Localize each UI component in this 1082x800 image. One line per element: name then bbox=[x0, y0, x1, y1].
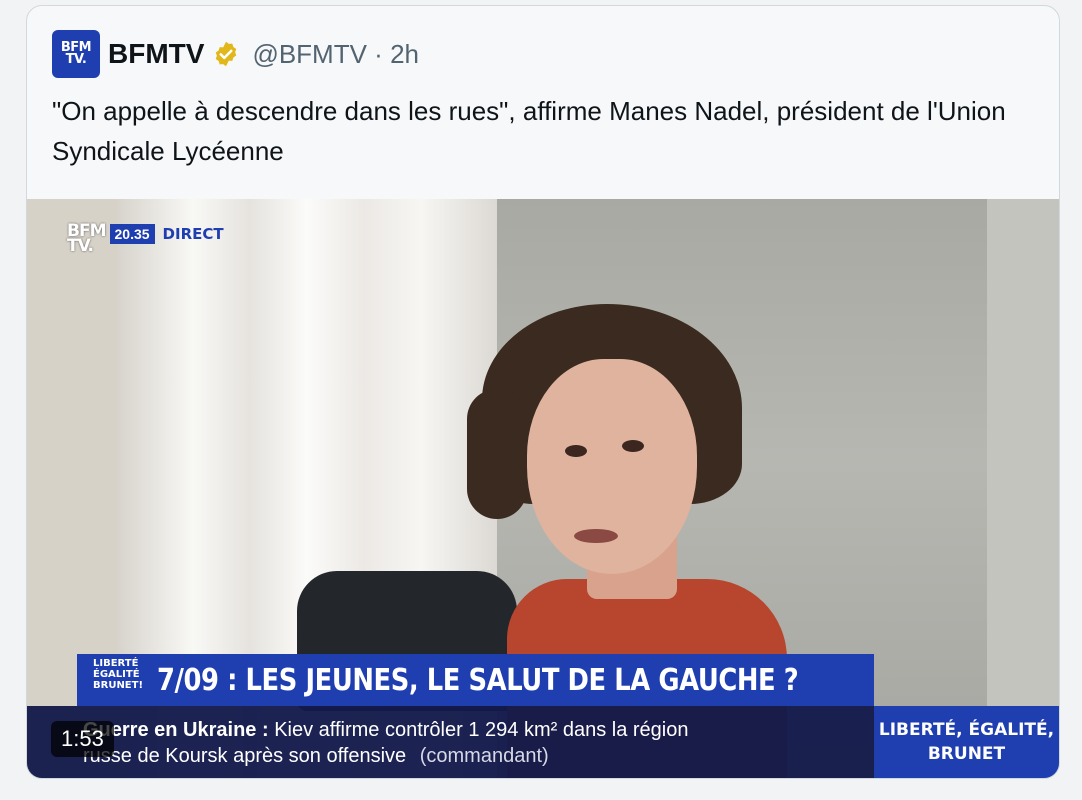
video-person-face bbox=[527, 359, 697, 574]
ticker-source: (commandant) bbox=[419, 745, 549, 767]
program-title-box: LIBERTÉ, ÉGALITÉ, BRUNET bbox=[874, 706, 1059, 778]
program-title-line1: LIBERTÉ, ÉGALITÉ, bbox=[878, 720, 1055, 740]
author-handle[interactable]: @BFMTV · 2h bbox=[252, 39, 419, 70]
video-player[interactable]: BFM TV. 20.35 DIRECT LIBERTÉ ÉGALITÉ BRU… bbox=[27, 199, 1059, 778]
ticker-line2-text: russe de Koursk après son offensive bbox=[83, 745, 407, 767]
video-person-eye-left bbox=[565, 445, 587, 457]
tweet-text: "On appelle à descendre dans les rues", … bbox=[52, 96, 1006, 166]
channel-logo-line2: TV. bbox=[67, 236, 94, 256]
tweet-time[interactable]: 2h bbox=[390, 39, 419, 69]
headline-text: 7/09 : LES JEUNES, LE SALUT DE LA GAUCHE… bbox=[157, 662, 799, 698]
author-name[interactable]: BFMTV bbox=[108, 38, 204, 70]
show-badge: LIBERTÉ ÉGALITÉ BRUNET! bbox=[93, 658, 143, 702]
dot-separator: · bbox=[374, 38, 383, 69]
tweet-card[interactable]: BFM TV. BFMTV @BFMTV · 2h "On appelle à … bbox=[26, 5, 1060, 779]
ticker-line2: russe de Koursk après son offensive (com… bbox=[83, 745, 549, 768]
video-duration: 1:53 bbox=[51, 721, 114, 757]
news-ticker: Guerre en Ukraine : Kiev affirme contrôl… bbox=[27, 706, 874, 778]
tweet-header: BFM TV. BFMTV @BFMTV · 2h bbox=[52, 30, 419, 78]
show-badge-line1: LIBERTÉ bbox=[93, 658, 139, 669]
video-door bbox=[987, 199, 1059, 778]
channel-logo: BFM TV. bbox=[67, 223, 106, 256]
video-person-mouth bbox=[574, 529, 618, 543]
broadcast-time: 20.35 bbox=[109, 224, 155, 244]
show-badge-line3: BRUNET! bbox=[93, 680, 144, 691]
ticker-line1: Guerre en Ukraine : Kiev affirme contrôl… bbox=[83, 719, 688, 742]
show-badge-line2: ÉGALITÉ bbox=[93, 669, 140, 680]
live-label: DIRECT bbox=[162, 225, 224, 243]
headline-banner: LIBERTÉ ÉGALITÉ BRUNET! 7/09 : LES JEUNE… bbox=[77, 654, 874, 706]
ticker-line1-text: Kiev affirme contrôler 1 294 km² dans la… bbox=[274, 719, 689, 741]
video-person-eye-right bbox=[622, 440, 644, 452]
program-title-line2: BRUNET bbox=[927, 744, 1006, 764]
video-person-hair-left bbox=[467, 389, 527, 519]
author-avatar[interactable]: BFM TV. bbox=[52, 30, 100, 78]
avatar-logo-line2: TV. bbox=[65, 52, 87, 67]
verified-badge-icon[interactable] bbox=[212, 40, 240, 68]
author-handle-text: @BFMTV bbox=[252, 38, 367, 69]
channel-bug: BFM TV. 20.35 DIRECT bbox=[67, 223, 224, 256]
